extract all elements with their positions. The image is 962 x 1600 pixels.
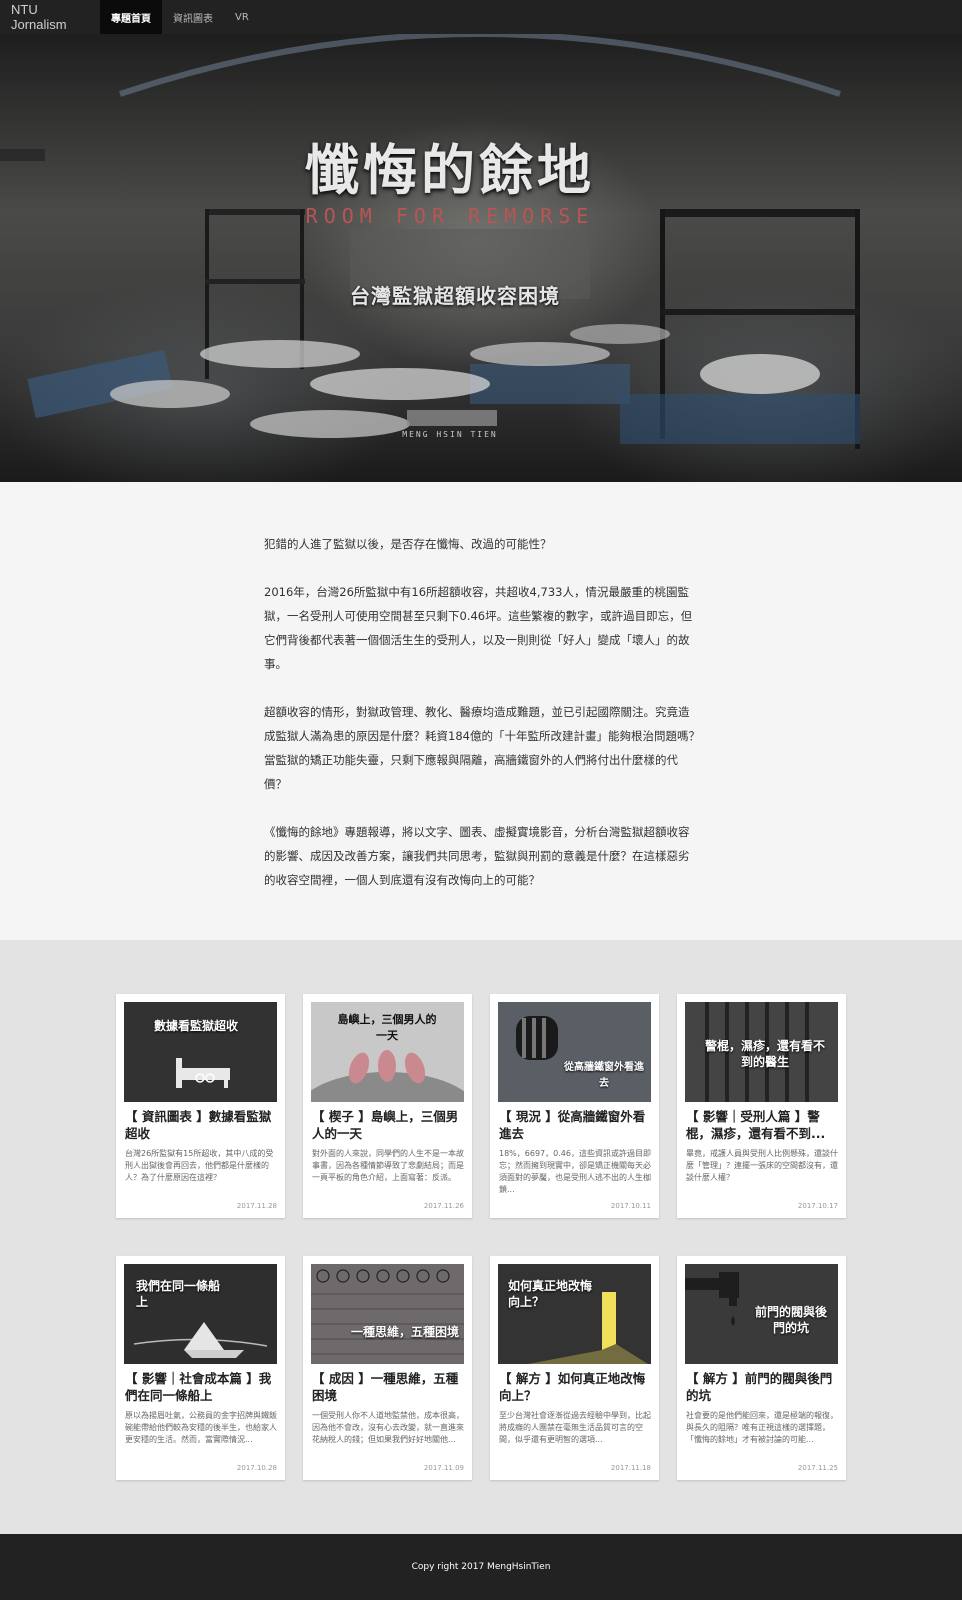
nav-item-infographics[interactable]: 資訊圖表 <box>162 0 224 34</box>
card-date: 2017.11.18 <box>610 1464 651 1472</box>
card-title[interactable]: 【 解方 】前門的閥與後門的坑 <box>686 1370 838 1404</box>
card-thumbnail[interactable]: 警棍，濕疹，還有看不到的醫生 <box>685 1002 838 1102</box>
card-title[interactable]: 【 影響｜受刑人篇 】警棍，濕疹，還有看不到... <box>686 1108 838 1142</box>
article-card[interactable]: 前門的閥與後門的坑 【 解方 】前門的閥與後門的坑 社會要的是他們能回來，還是極… <box>677 1256 846 1480</box>
article-card[interactable]: 從高牆鐵窗外看進去 【 現況 】從高牆鐵窗外看進去 18%，6697，0.46，… <box>490 994 659 1218</box>
article-card[interactable]: 警棍，濕疹，還有看不到的醫生 【 影響｜受刑人篇 】警棍，濕疹，還有看不到...… <box>677 994 846 1218</box>
card-excerpt: 社會要的是他們能回來，還是極端的報復，與長久的阻隔？唯有正視這樣的選擇題，「懺悔… <box>686 1411 838 1444</box>
article-card[interactable]: 島嶼上，三個男人的一天 【 楔子 】島嶼上，三個男人的一天 對外面的人來說，同學… <box>303 994 472 1218</box>
brand-link[interactable]: NTU Jornalism <box>0 0 100 34</box>
intro-section: 犯錯的人進了監獄以後，是否存在懺悔、改過的可能性？ 2016年，台灣26所監獄中… <box>0 482 962 940</box>
author-logo <box>407 410 497 426</box>
intro-text: 犯錯的人進了監獄以後，是否存在懺悔、改過的可能性？ 2016年，台灣26所監獄中… <box>264 532 700 916</box>
article-card[interactable]: 如何真正地改悔向上？ 【 解方 】如何真正地改悔向上？ 至少台灣社會逐漸從過去經… <box>490 1256 659 1480</box>
intro-paragraph: 2016年，台灣26所監獄中有16所超額收容，共超收4,733人，情況最嚴重的桃… <box>264 585 693 671</box>
card-thumbnail[interactable]: 數據看監獄超收 <box>124 1002 277 1102</box>
hero-title: 懺悔的餘地 <box>305 139 595 202</box>
card-thumb-text: 數據看監獄超收 <box>154 1019 239 1033</box>
card-thumbnail[interactable]: 前門的閥與後門的坑 <box>685 1264 838 1364</box>
hero-banner: 懺悔的餘地 ROOM FOR REMORSE 台灣監獄超額收容困境 MENG H… <box>0 34 962 482</box>
card-excerpt: 18%，6697，0.46，這些資訊或許過目即忘；然而擁到現實中，卻是矯正機關每… <box>499 1149 651 1194</box>
card-excerpt: 一個受刑人你不人道地監禁他，成本很高，因為他不會改，沒有心去改變，就一直進來花納… <box>312 1411 464 1444</box>
card-thumb-text: 前門的閥與後門的坑 <box>754 1305 827 1335</box>
card-excerpt: 對外面的人來說，同學們的人生不是一本故事書，因為各種情節導致了悲劇結局；而是一頁… <box>312 1149 464 1182</box>
intro-paragraph: 犯錯的人進了監獄以後，是否存在懺悔、改過的可能性？ <box>264 537 552 551</box>
card-title[interactable]: 【 影響｜社會成本篇 】我們在同一條船上 <box>125 1370 277 1404</box>
card-thumb-text: 從高牆鐵窗外看進去 <box>564 1062 644 1089</box>
card-date: 2017.11.26 <box>423 1202 464 1210</box>
nav-item-vr[interactable]: VR <box>224 0 260 34</box>
card-thumb-text: 我們在同一條船上 <box>136 1279 221 1309</box>
card-title[interactable]: 【 解方 】如何真正地改悔向上？ <box>499 1370 651 1404</box>
card-thumbnail[interactable]: 從高牆鐵窗外看進去 <box>498 1002 651 1102</box>
hero-author: MENG HSIN TIEN <box>402 430 498 439</box>
brick-wall-illustration <box>311 1264 464 1364</box>
card-thumbnail[interactable]: 如何真正地改悔向上？ <box>498 1264 651 1364</box>
card-title[interactable]: 【 資訊圖表 】數據看監獄超收 <box>125 1108 277 1142</box>
card-title[interactable]: 【 成因 】一種思維，五種困境 <box>312 1370 464 1404</box>
card-thumbnail[interactable]: 島嶼上，三個男人的一天 <box>311 1002 464 1102</box>
card-excerpt: 至少台灣社會逐漸從過去經驗中學到，比起將成癮的人團禁在毫無生活品質可言的空間，似… <box>499 1411 651 1444</box>
footer-copyright: Copy right 2017 MengHsinTien <box>411 1562 551 1572</box>
card-thumb-text: 如何真正地改悔向上？ <box>508 1279 593 1309</box>
nav-item-home[interactable]: 專題首頁 <box>100 0 162 34</box>
card-date: 2017.11.28 <box>236 1202 277 1210</box>
intro-paragraph: 《懺悔的餘地》專題報導，將以文字、圖表、虛擬實境影音，分析台灣監獄超額收容的影響… <box>264 825 690 887</box>
card-excerpt: 台灣26所監獄有15所超收，其中八成的受刑人出獄後會再回去，他們都是什麼樣的人？… <box>125 1149 274 1182</box>
card-excerpt: 原以為揚眉吐氣，公務員的金字招牌與鐵飯碗能帶給他們較為安穩的後半生，也給家人更安… <box>125 1411 277 1444</box>
card-title[interactable]: 【 楔子 】島嶼上，三個男人的一天 <box>312 1108 464 1142</box>
card-thumbnail[interactable]: 我們在同一條船上 <box>124 1264 277 1364</box>
intro-paragraph: 超額收容的情形，對獄政管理、教化、醫療均造成難題，並已引起國際關注。究竟造成監獄… <box>264 705 700 791</box>
card-date: 2017.11.25 <box>797 1464 838 1472</box>
article-card[interactable]: 一種思維，五種困境 【 成因 】一種思維，五種困境 一個受刑人你不人道地監禁他，… <box>303 1256 472 1480</box>
hero-subtitle: ROOM FOR REMORSE <box>305 204 595 228</box>
card-thumb-text: 警棍，濕疹，還有看不到的醫生 <box>705 1039 826 1069</box>
card-date: 2017.11.09 <box>423 1464 464 1472</box>
article-grid: 數據看監獄超收 【 資訊圖表 】數據看監獄超收 台灣26所監獄有15所超收，其中… <box>0 940 962 1534</box>
article-card[interactable]: 數據看監獄超收 【 資訊圖表 】數據看監獄超收 台灣26所監獄有15所超收，其中… <box>116 994 285 1218</box>
card-date: 2017.10.11 <box>610 1202 651 1210</box>
card-thumbnail[interactable]: 一種思維，五種困境 <box>311 1264 464 1364</box>
card-title[interactable]: 【 現況 】從高牆鐵窗外看進去 <box>499 1108 651 1142</box>
article-card[interactable]: 我們在同一條船上 【 影響｜社會成本篇 】我們在同一條船上 原以為揚眉吐氣，公務… <box>116 1256 285 1480</box>
navbar: NTU Jornalism 專題首頁 資訊圖表 VR <box>0 0 962 34</box>
card-date: 2017.10.28 <box>236 1464 277 1472</box>
card-date: 2017.10.17 <box>797 1202 838 1210</box>
card-thumb-text: 一種思維，五種困境 <box>351 1325 460 1339</box>
bed-illustration <box>124 1002 277 1102</box>
hero-tagline: 台灣監獄超額收容困境 <box>350 284 560 308</box>
card-thumb-text: 島嶼上，三個男人的一天 <box>337 1013 437 1042</box>
card-excerpt: 畢竟，戒護人員與受刑人比例懸殊，還談什麼「管理」？連擺一張床的空間都沒有，還談什… <box>686 1149 838 1182</box>
footer: Copy right 2017 MengHsinTien <box>0 1534 962 1600</box>
